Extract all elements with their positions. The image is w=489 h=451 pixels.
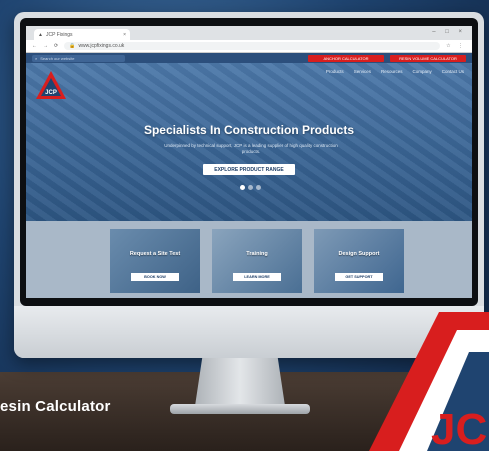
card-design-support[interactable]: Design Support GET SUPPORT bbox=[314, 229, 404, 293]
book-now-button[interactable]: BOOK NOW bbox=[131, 273, 179, 281]
carousel-dot[interactable] bbox=[256, 185, 261, 190]
site-topbar: ⌕ Search our website ANCHOR CALCULATOR R… bbox=[26, 53, 472, 63]
card-site-test[interactable]: Request a Site Test BOOK NOW bbox=[110, 229, 200, 293]
explore-products-button[interactable]: EXPLORE PRODUCT RANGE bbox=[203, 164, 295, 175]
hero-subtitle: Underpinned by technical support, JCP is… bbox=[164, 143, 338, 154]
card-title: Design Support bbox=[338, 251, 380, 257]
promo-caption: esin Calculator bbox=[0, 398, 111, 415]
address-bar: ← → ⟳ 🔒 www.jcpfixings.co.uk ☆ ⋮ bbox=[26, 40, 472, 53]
url-text: www.jcpfixings.co.uk bbox=[78, 43, 125, 49]
learn-more-button[interactable]: LEARN MORE bbox=[233, 273, 281, 281]
reload-icon[interactable]: ⟳ bbox=[54, 43, 58, 49]
jcp-logo[interactable]: JCP bbox=[34, 69, 68, 103]
brand-mark-text: JC bbox=[431, 405, 487, 451]
resin-calculator-button[interactable]: RESIN VOLUME CALCULATOR bbox=[390, 54, 466, 62]
carousel-dot[interactable] bbox=[248, 185, 253, 190]
window-controls[interactable]: – □ × bbox=[432, 29, 466, 35]
hero-title: Specialists In Construction Products bbox=[143, 123, 355, 137]
search-icon: ⌕ bbox=[35, 55, 38, 61]
lock-icon: 🔒 bbox=[69, 43, 76, 49]
url-field[interactable]: 🔒 www.jcpfixings.co.uk bbox=[64, 42, 441, 50]
search-placeholder: Search our website bbox=[40, 55, 75, 61]
nav-item-products[interactable]: Products bbox=[326, 69, 344, 74]
nav-item-contact[interactable]: Contact Us bbox=[442, 69, 464, 74]
back-icon[interactable]: ← bbox=[32, 43, 37, 49]
anchor-calculator-button[interactable]: ANCHOR CALCULATOR bbox=[308, 54, 384, 62]
close-icon[interactable]: × bbox=[123, 32, 126, 38]
carousel-dot[interactable] bbox=[240, 185, 245, 190]
card-title: Request a Site Test bbox=[129, 251, 181, 257]
service-cards: Request a Site Test BOOK NOW Training LE… bbox=[26, 221, 472, 298]
monitor-stand bbox=[195, 358, 285, 406]
logo-text: JCP bbox=[45, 90, 57, 96]
get-support-button[interactable]: GET SUPPORT bbox=[335, 273, 383, 281]
tab-title: JCP Fixings bbox=[45, 31, 73, 38]
card-training[interactable]: Training LEARN MORE bbox=[212, 229, 302, 293]
extension-icons[interactable]: ☆ ⋮ bbox=[446, 43, 466, 49]
nav-item-services[interactable]: Services bbox=[354, 69, 371, 74]
browser-tab[interactable]: ▲ JCP Fixings × bbox=[34, 29, 130, 40]
nav-item-company[interactable]: Company bbox=[412, 69, 431, 74]
forward-icon[interactable]: → bbox=[43, 43, 48, 49]
monitor-screen: ▲ JCP Fixings × – □ × ← → ⟳ 🔒 www.jcpfix… bbox=[26, 26, 472, 298]
main-nav: Products Services Resources Company Cont… bbox=[326, 69, 464, 74]
jcp-brand-mark: JC bbox=[369, 312, 489, 451]
hero-banner: JCP Products Services Resources Company … bbox=[26, 63, 472, 221]
browser-tabbar: ▲ JCP Fixings × – □ × bbox=[26, 26, 472, 40]
carousel-dots bbox=[240, 185, 261, 190]
nav-item-resources[interactable]: Resources bbox=[381, 69, 403, 74]
card-title: Training bbox=[246, 251, 268, 257]
search-input[interactable]: ⌕ Search our website bbox=[32, 54, 125, 62]
page-favicon-icon: ▲ bbox=[38, 31, 43, 38]
monitor-stand-base bbox=[170, 404, 310, 414]
